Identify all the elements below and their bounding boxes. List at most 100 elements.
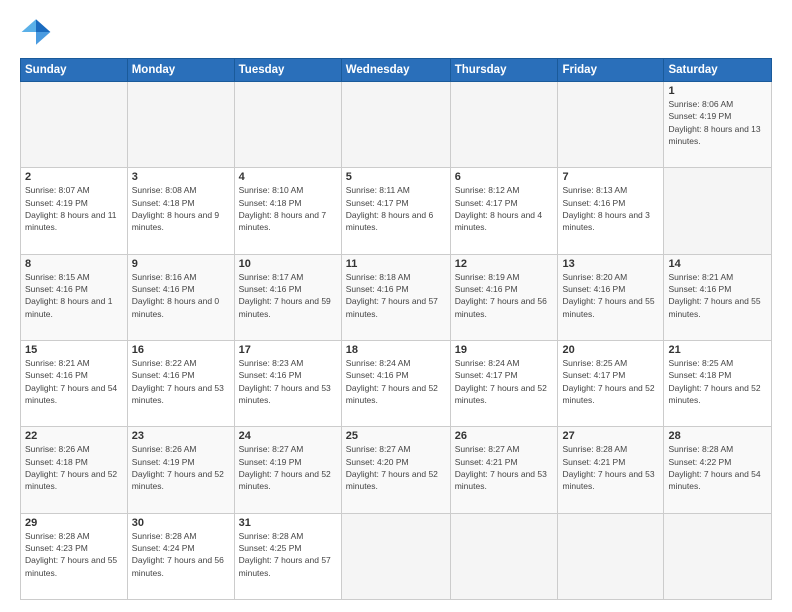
- day-number: 31: [239, 517, 337, 529]
- calendar-day-5: 5Sunrise: 8:11 AMSunset: 4:17 PMDaylight…: [341, 168, 450, 254]
- page: SundayMondayTuesdayWednesdayThursdayFrid…: [0, 0, 792, 612]
- calendar-table: SundayMondayTuesdayWednesdayThursdayFrid…: [20, 58, 772, 600]
- day-info: Sunrise: 8:21 AMSunset: 4:16 PMDaylight:…: [25, 357, 123, 406]
- day-info: Sunrise: 8:27 AMSunset: 4:19 PMDaylight:…: [239, 443, 337, 492]
- day-number: 30: [132, 517, 230, 529]
- calendar-day-25: 25Sunrise: 8:27 AMSunset: 4:20 PMDayligh…: [341, 427, 450, 513]
- day-info: Sunrise: 8:28 AMSunset: 4:21 PMDaylight:…: [562, 443, 659, 492]
- empty-cell: [234, 82, 341, 168]
- day-info: Sunrise: 8:15 AMSunset: 4:16 PMDaylight:…: [25, 271, 123, 320]
- weekday-header-sunday: Sunday: [21, 59, 128, 82]
- day-number: 9: [132, 258, 230, 270]
- calendar-day-10: 10Sunrise: 8:17 AMSunset: 4:16 PMDayligh…: [234, 254, 341, 340]
- day-info: Sunrise: 8:22 AMSunset: 4:16 PMDaylight:…: [132, 357, 230, 406]
- day-info: Sunrise: 8:26 AMSunset: 4:19 PMDaylight:…: [132, 443, 230, 492]
- day-number: 17: [239, 344, 337, 356]
- day-number: 2: [25, 171, 123, 183]
- day-number: 26: [455, 430, 554, 442]
- calendar-body: 1Sunrise: 8:06 AMSunset: 4:19 PMDaylight…: [21, 82, 772, 600]
- calendar-day-27: 27Sunrise: 8:28 AMSunset: 4:21 PMDayligh…: [558, 427, 664, 513]
- day-number: 19: [455, 344, 554, 356]
- day-number: 29: [25, 517, 123, 529]
- calendar-day-4: 4Sunrise: 8:10 AMSunset: 4:18 PMDaylight…: [234, 168, 341, 254]
- calendar-header: SundayMondayTuesdayWednesdayThursdayFrid…: [21, 59, 772, 82]
- calendar-day-16: 16Sunrise: 8:22 AMSunset: 4:16 PMDayligh…: [127, 340, 234, 426]
- empty-cell: [558, 513, 664, 599]
- empty-cell: [127, 82, 234, 168]
- weekday-header-wednesday: Wednesday: [341, 59, 450, 82]
- calendar-day-24: 24Sunrise: 8:27 AMSunset: 4:19 PMDayligh…: [234, 427, 341, 513]
- calendar-day-29: 29Sunrise: 8:28 AMSunset: 4:23 PMDayligh…: [21, 513, 128, 599]
- day-number: 13: [562, 258, 659, 270]
- day-info: Sunrise: 8:26 AMSunset: 4:18 PMDaylight:…: [25, 443, 123, 492]
- day-number: 11: [346, 258, 446, 270]
- weekday-header-saturday: Saturday: [664, 59, 772, 82]
- empty-cell: [450, 82, 558, 168]
- day-info: Sunrise: 8:11 AMSunset: 4:17 PMDaylight:…: [346, 184, 446, 233]
- day-number: 6: [455, 171, 554, 183]
- day-number: 1: [668, 85, 767, 97]
- day-number: 18: [346, 344, 446, 356]
- calendar-week-0: 1Sunrise: 8:06 AMSunset: 4:19 PMDaylight…: [21, 82, 772, 168]
- calendar-day-7: 7Sunrise: 8:13 AMSunset: 4:16 PMDaylight…: [558, 168, 664, 254]
- day-info: Sunrise: 8:13 AMSunset: 4:16 PMDaylight:…: [562, 184, 659, 233]
- day-info: Sunrise: 8:12 AMSunset: 4:17 PMDaylight:…: [455, 184, 554, 233]
- calendar-day-2: 2Sunrise: 8:07 AMSunset: 4:19 PMDaylight…: [21, 168, 128, 254]
- empty-cell: [341, 82, 450, 168]
- empty-cell: [664, 168, 772, 254]
- calendar-day-11: 11Sunrise: 8:18 AMSunset: 4:16 PMDayligh…: [341, 254, 450, 340]
- calendar-day-28: 28Sunrise: 8:28 AMSunset: 4:22 PMDayligh…: [664, 427, 772, 513]
- weekday-header-tuesday: Tuesday: [234, 59, 341, 82]
- day-number: 5: [346, 171, 446, 183]
- calendar-day-23: 23Sunrise: 8:26 AMSunset: 4:19 PMDayligh…: [127, 427, 234, 513]
- logo-icon: [20, 16, 52, 48]
- empty-cell: [558, 82, 664, 168]
- day-info: Sunrise: 8:25 AMSunset: 4:17 PMDaylight:…: [562, 357, 659, 406]
- day-number: 14: [668, 258, 767, 270]
- calendar-day-6: 6Sunrise: 8:12 AMSunset: 4:17 PMDaylight…: [450, 168, 558, 254]
- weekday-header-friday: Friday: [558, 59, 664, 82]
- calendar-day-8: 8Sunrise: 8:15 AMSunset: 4:16 PMDaylight…: [21, 254, 128, 340]
- calendar-day-12: 12Sunrise: 8:19 AMSunset: 4:16 PMDayligh…: [450, 254, 558, 340]
- day-info: Sunrise: 8:08 AMSunset: 4:18 PMDaylight:…: [132, 184, 230, 233]
- calendar-day-19: 19Sunrise: 8:24 AMSunset: 4:17 PMDayligh…: [450, 340, 558, 426]
- day-number: 27: [562, 430, 659, 442]
- calendar-day-31: 31Sunrise: 8:28 AMSunset: 4:25 PMDayligh…: [234, 513, 341, 599]
- day-info: Sunrise: 8:24 AMSunset: 4:17 PMDaylight:…: [455, 357, 554, 406]
- day-info: Sunrise: 8:28 AMSunset: 4:25 PMDaylight:…: [239, 530, 337, 579]
- header: [20, 16, 772, 48]
- day-info: Sunrise: 8:28 AMSunset: 4:23 PMDaylight:…: [25, 530, 123, 579]
- weekday-header-row: SundayMondayTuesdayWednesdayThursdayFrid…: [21, 59, 772, 82]
- empty-cell: [341, 513, 450, 599]
- weekday-header-monday: Monday: [127, 59, 234, 82]
- calendar-day-20: 20Sunrise: 8:25 AMSunset: 4:17 PMDayligh…: [558, 340, 664, 426]
- day-info: Sunrise: 8:21 AMSunset: 4:16 PMDaylight:…: [668, 271, 767, 320]
- day-info: Sunrise: 8:20 AMSunset: 4:16 PMDaylight:…: [562, 271, 659, 320]
- empty-cell: [664, 513, 772, 599]
- day-number: 28: [668, 430, 767, 442]
- day-info: Sunrise: 8:18 AMSunset: 4:16 PMDaylight:…: [346, 271, 446, 320]
- day-info: Sunrise: 8:16 AMSunset: 4:16 PMDaylight:…: [132, 271, 230, 320]
- day-number: 4: [239, 171, 337, 183]
- day-number: 21: [668, 344, 767, 356]
- day-number: 10: [239, 258, 337, 270]
- calendar-week-3: 15Sunrise: 8:21 AMSunset: 4:16 PMDayligh…: [21, 340, 772, 426]
- day-number: 15: [25, 344, 123, 356]
- calendar-week-1: 2Sunrise: 8:07 AMSunset: 4:19 PMDaylight…: [21, 168, 772, 254]
- calendar-day-17: 17Sunrise: 8:23 AMSunset: 4:16 PMDayligh…: [234, 340, 341, 426]
- calendar-day-3: 3Sunrise: 8:08 AMSunset: 4:18 PMDaylight…: [127, 168, 234, 254]
- calendar-day-21: 21Sunrise: 8:25 AMSunset: 4:18 PMDayligh…: [664, 340, 772, 426]
- day-number: 25: [346, 430, 446, 442]
- day-number: 3: [132, 171, 230, 183]
- day-number: 22: [25, 430, 123, 442]
- empty-cell: [450, 513, 558, 599]
- day-info: Sunrise: 8:10 AMSunset: 4:18 PMDaylight:…: [239, 184, 337, 233]
- day-info: Sunrise: 8:27 AMSunset: 4:20 PMDaylight:…: [346, 443, 446, 492]
- calendar-day-26: 26Sunrise: 8:27 AMSunset: 4:21 PMDayligh…: [450, 427, 558, 513]
- calendar-day-9: 9Sunrise: 8:16 AMSunset: 4:16 PMDaylight…: [127, 254, 234, 340]
- day-number: 8: [25, 258, 123, 270]
- calendar-day-1: 1Sunrise: 8:06 AMSunset: 4:19 PMDaylight…: [664, 82, 772, 168]
- logo: [20, 16, 56, 48]
- weekday-header-thursday: Thursday: [450, 59, 558, 82]
- day-number: 7: [562, 171, 659, 183]
